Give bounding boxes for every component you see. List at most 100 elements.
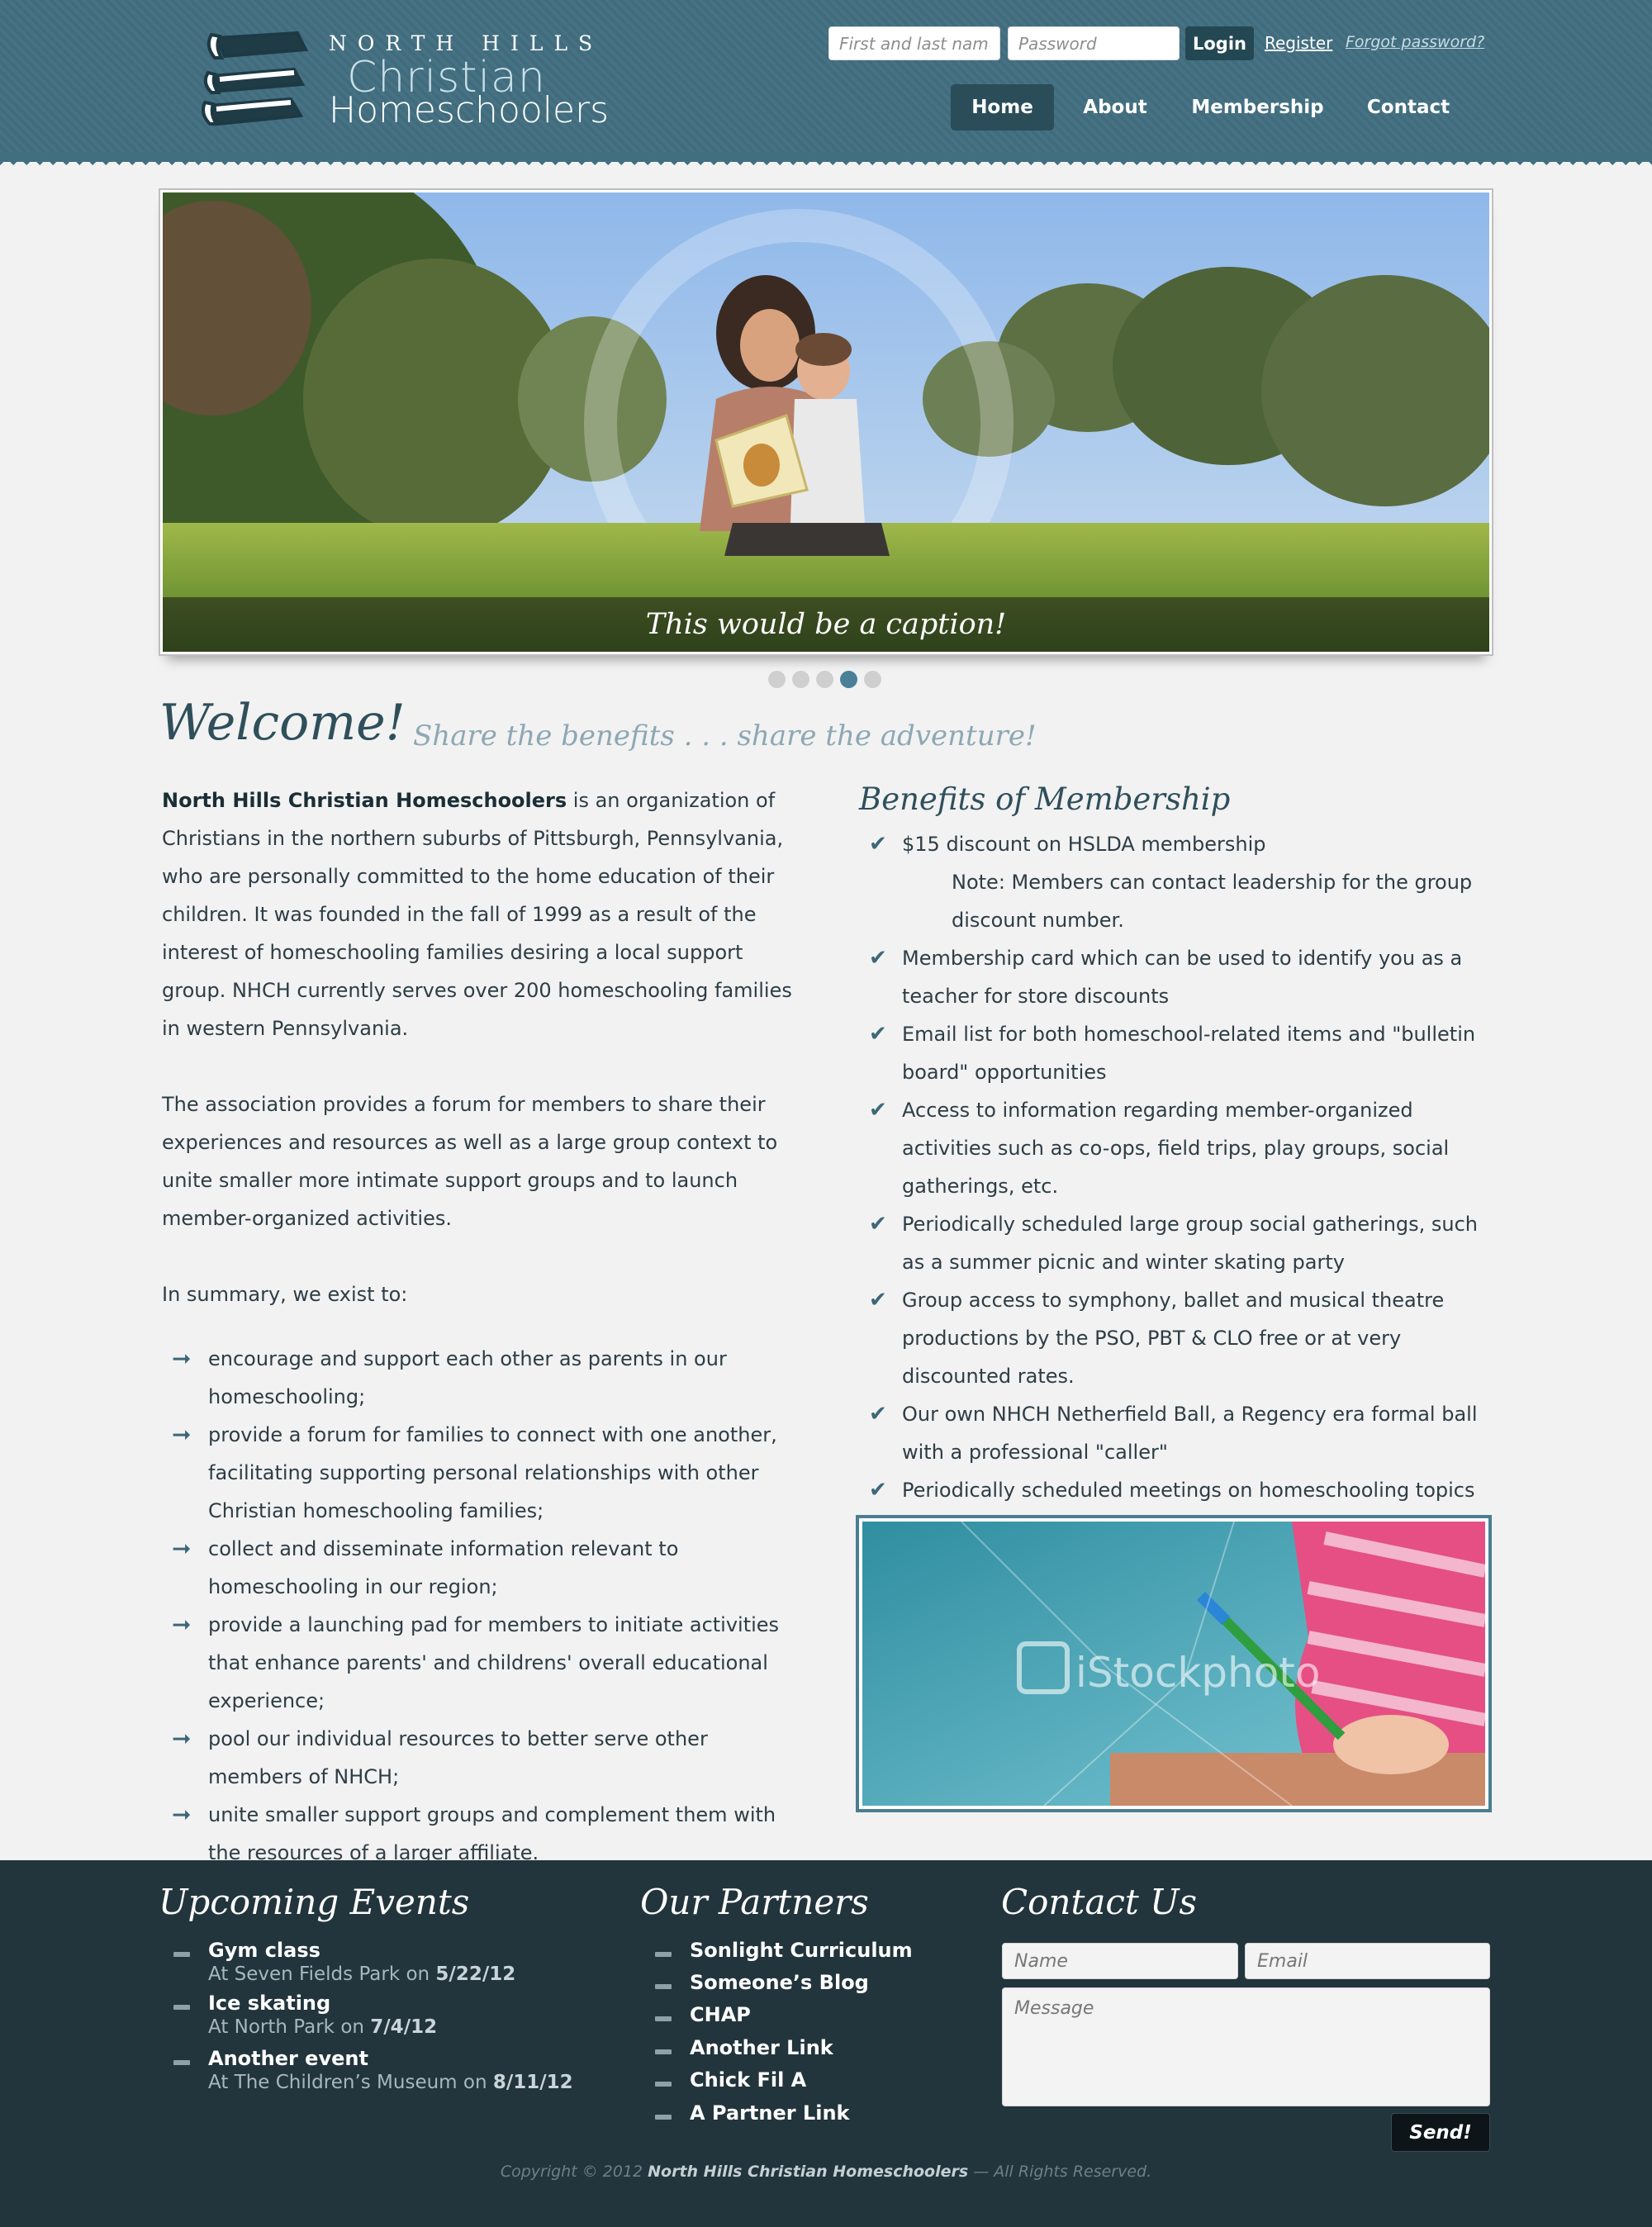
partner-link[interactable]: Someone’s Blog: [690, 1971, 869, 1994]
contact-message-input[interactable]: [1002, 1987, 1490, 2106]
student-writing-image: iStockphoto: [862, 1522, 1485, 1806]
event-date: 8/11/12: [492, 2072, 573, 2093]
benefit-text: Periodically scheduled large group socia…: [902, 1213, 1479, 1274]
benefit-item: ✔ Our own NHCH Netherfield Ball, a Regenc…: [859, 1395, 1487, 1471]
stacked-books-icon[interactable]: [192, 23, 314, 139]
copyright-suffix: — All Rights Reserved.: [968, 2163, 1152, 2181]
arrow-right-icon: ➞: [172, 1725, 192, 1752]
register-link[interactable]: Register: [1265, 33, 1332, 53]
login-button[interactable]: Login: [1185, 26, 1254, 60]
logo-text-homeschoolers: Homeschoolers: [329, 89, 610, 131]
dash-icon: [655, 2115, 672, 2120]
benefit-item: ✔ Access to information regarding member-…: [859, 1091, 1487, 1205]
benefits-list: ✔ $15 discount on HSLDA membership Note: …: [859, 825, 1487, 1547]
contact-email-input[interactable]: [1245, 1943, 1490, 1979]
login-name-input[interactable]: [828, 26, 1000, 60]
benefit-note: Note: Members can contact leadership for…: [952, 871, 1473, 932]
goals-list: ➞ encourage and support each other as par…: [162, 1340, 798, 1872]
slider-dot[interactable]: [864, 671, 881, 688]
hero-slider[interactable]: This would be a caption!: [159, 188, 1493, 656]
event-location: At The Children’s Museum on: [208, 2072, 493, 2093]
event-location: At Seven Fields Park on: [208, 1963, 436, 1985]
welcome-heading: Welcome!: [159, 694, 406, 752]
benefit-item: ✔ Periodically scheduled large group soci…: [859, 1205, 1487, 1281]
goal-item: ➞ collect and disseminate information rel…: [162, 1530, 798, 1606]
arrow-right-icon: ➞: [172, 1345, 192, 1372]
slider-dot[interactable]: [816, 671, 833, 688]
partner-link[interactable]: Chick Fil A: [690, 2068, 806, 2092]
goal-text: pool our individual resources to better …: [208, 1727, 708, 1788]
event-name[interactable]: Gym class: [208, 1939, 320, 1962]
checkmark-icon: ✔: [869, 832, 887, 857]
benefit-text: Membership card which can be used to ide…: [902, 947, 1463, 1008]
intro-column: North Hills Christian Homeschoolers is a…: [162, 781, 798, 1872]
goal-item: ➞ provide a launching pad for members to …: [162, 1606, 798, 1720]
dash-icon: [655, 2049, 672, 2054]
goal-text: provide a forum for families to connect …: [208, 1423, 777, 1522]
benefit-item: ✔ $15 discount on HSLDA membership Note: …: [859, 825, 1487, 939]
event-name[interactable]: Ice skating: [208, 1992, 330, 2015]
dash-icon: [655, 2082, 672, 2087]
benefit-text: Group access to symphony, ballet and mus…: [902, 1289, 1445, 1388]
checkmark-icon: ✔: [869, 1478, 887, 1503]
event-details: At The Children’s Museum on 8/11/12: [208, 2072, 573, 2093]
checkmark-icon: ✔: [869, 946, 887, 971]
nav-about[interactable]: About: [1066, 84, 1165, 131]
partners-heading: Our Partners: [640, 1882, 869, 1922]
event-location: At North Park on: [208, 2016, 371, 2038]
benefit-text: Our own NHCH Netherfield Ball, a Regency…: [902, 1403, 1478, 1464]
goal-text: collect and disseminate information rele…: [208, 1537, 679, 1598]
goal-item: ➞ pool our individual resources to better…: [162, 1720, 798, 1796]
slider-dot[interactable]: [768, 671, 786, 688]
partner-link[interactable]: Sonlight Curriculum: [690, 1939, 913, 1962]
benefit-item: ✔ Email list for both homeschool-related …: [859, 1015, 1487, 1091]
checkmark-icon: ✔: [869, 1212, 887, 1237]
arrow-right-icon: ➞: [172, 1535, 192, 1562]
goal-text: encourage and support each other as pare…: [208, 1347, 727, 1408]
goal-item: ➞ encourage and support each other as par…: [162, 1340, 798, 1416]
dash-icon: [173, 1952, 190, 1957]
partner-link[interactable]: Another Link: [690, 2036, 833, 2059]
benefit-text: Access to information regarding member-o…: [902, 1099, 1450, 1198]
event-name[interactable]: Another event: [208, 2047, 368, 2070]
dash-icon: [655, 2016, 672, 2021]
nav-membership[interactable]: Membership: [1181, 84, 1334, 131]
intro-paragraph-1: North Hills Christian Homeschoolers is a…: [162, 781, 798, 1047]
arrow-right-icon: ➞: [172, 1801, 192, 1828]
goal-text: provide a launching pad for members to i…: [208, 1613, 780, 1712]
dash-icon: [655, 1984, 672, 1989]
checkmark-icon: ✔: [869, 1022, 887, 1047]
benefit-item: ✔ Group access to symphony, ballet and mu…: [859, 1281, 1487, 1395]
nav-home[interactable]: Home: [951, 84, 1054, 131]
event-details: At Seven Fields Park on 5/22/12: [208, 1963, 515, 1985]
partner-link[interactable]: CHAP: [690, 2003, 751, 2026]
login-password-input[interactable]: [1008, 26, 1180, 60]
events-heading: Upcoming Events: [159, 1882, 470, 1922]
header-zigzag-edge: [0, 152, 1652, 165]
checkmark-icon: ✔: [869, 1098, 887, 1123]
benefit-item: ✔ Membership card which can be used to id…: [859, 939, 1487, 1015]
nav-contact[interactable]: Contact: [1351, 84, 1466, 131]
partner-link[interactable]: A Partner Link: [690, 2101, 850, 2125]
arrow-right-icon: ➞: [172, 1611, 192, 1638]
intro-paragraph-1-text: is an organization of Christians in the …: [162, 789, 792, 1040]
benefit-text: Email list for both homeschool-related i…: [902, 1023, 1476, 1084]
contact-name-input[interactable]: [1002, 1943, 1238, 1979]
slider-pagination: [768, 671, 884, 689]
org-name: North Hills Christian Homeschoolers: [162, 789, 567, 812]
slider-dot[interactable]: [792, 671, 809, 688]
slide-caption: This would be a caption!: [163, 597, 1489, 652]
feature-photo: iStockphoto: [856, 1515, 1492, 1812]
benefit-text: $15 discount on HSLDA membership: [902, 833, 1266, 856]
copyright: Copyright © 2012 North Hills Christian H…: [0, 2163, 1652, 2181]
send-button[interactable]: Send!: [1391, 2113, 1490, 2152]
goal-text: unite smaller support groups and complem…: [208, 1803, 776, 1864]
dash-icon: [173, 2005, 190, 2010]
checkmark-icon: ✔: [869, 1288, 887, 1313]
benefits-heading: Benefits of Membership: [859, 781, 1231, 817]
dash-icon: [173, 2060, 190, 2065]
slider-dot-active[interactable]: [840, 671, 857, 688]
benefits-column: Benefits of Membership ✔ $15 discount on …: [859, 781, 1487, 1547]
contact-heading: Contact Us: [1001, 1882, 1198, 1922]
forgot-password-link[interactable]: Forgot password?: [1346, 33, 1484, 51]
